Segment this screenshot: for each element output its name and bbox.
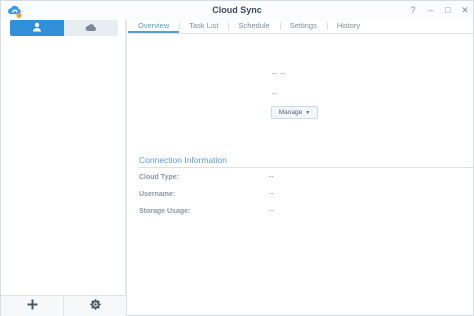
status-line-secondary: -- <box>272 91 277 98</box>
username-value: -- <box>269 191 274 198</box>
settings-button[interactable] <box>63 296 126 316</box>
gear-icon <box>89 297 101 315</box>
connection-info-title: Connection Information <box>139 155 227 165</box>
manage-button[interactable]: Manage ▼ <box>271 106 318 119</box>
window-title: Cloud Sync <box>212 5 262 15</box>
plus-icon <box>27 297 38 315</box>
storage-usage-label: Storage Usage: <box>139 208 191 215</box>
username-label: Username: <box>139 191 176 198</box>
tab-history[interactable]: History <box>326 19 370 33</box>
tab-bar: Overview Task List Schedule Settings His… <box>128 19 473 34</box>
help-icon[interactable]: ? <box>407 4 419 16</box>
tab-task-list[interactable]: Task List <box>179 19 228 33</box>
sidebar-scrollbar[interactable] <box>125 20 127 295</box>
chevron-down-icon: ▼ <box>305 109 311 116</box>
status-line-primary: -- -- <box>272 71 286 78</box>
sidebar <box>1 20 127 316</box>
cloud-sync-window: Cloud Sync ? – □ ✕ Overview Task List Sc… <box>0 0 474 316</box>
user-view-button[interactable] <box>10 20 64 36</box>
sidebar-toolbar <box>1 295 126 316</box>
connection-type-switch <box>10 20 118 36</box>
tab-overview[interactable]: Overview <box>128 19 180 33</box>
maximize-icon[interactable]: □ <box>442 4 454 16</box>
tab-schedule[interactable]: Schedule <box>228 19 279 33</box>
cloud-type-value: -- <box>269 174 274 181</box>
cloud-type-label: Cloud Type: <box>139 174 179 181</box>
minimize-icon[interactable]: – <box>425 4 437 16</box>
add-connection-button[interactable] <box>1 296 63 316</box>
manage-button-label: Manage <box>278 109 303 116</box>
tab-settings[interactable]: Settings <box>279 19 327 33</box>
cloud-icon <box>85 20 97 36</box>
section-divider <box>138 167 473 168</box>
cloud-view-button[interactable] <box>64 20 118 36</box>
close-icon[interactable]: ✕ <box>459 4 471 16</box>
user-icon <box>32 20 42 36</box>
title-bar: Cloud Sync ? – □ ✕ <box>1 1 473 20</box>
storage-usage-value: -- <box>269 208 274 215</box>
